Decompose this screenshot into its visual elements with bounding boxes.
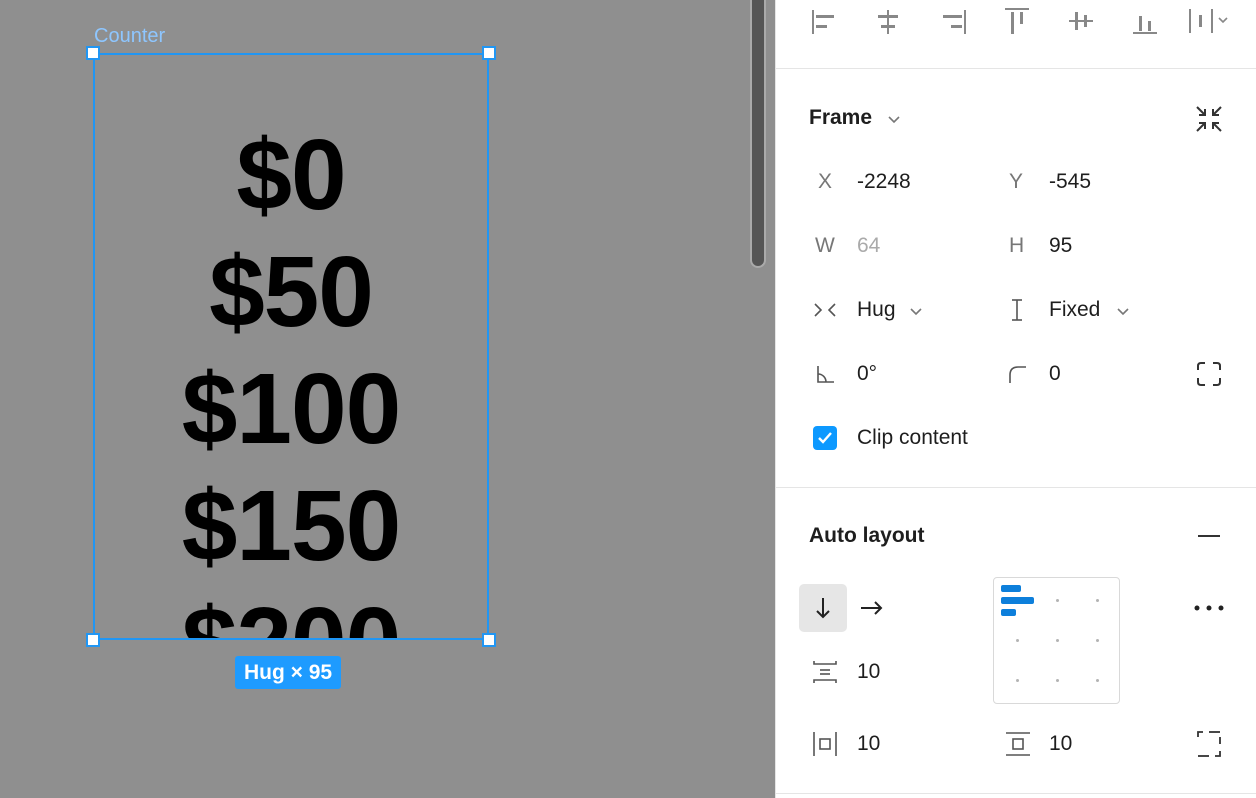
amount-text[interactable]: $100 — [182, 351, 401, 468]
resize-handle-top-right[interactable] — [482, 46, 496, 60]
direction-vertical-button[interactable] — [799, 584, 847, 632]
alignment-grid[interactable] — [993, 577, 1120, 704]
amount-text[interactable]: $50 — [209, 234, 374, 351]
chevron-down-icon[interactable] — [886, 111, 902, 127]
arrow-right-icon[interactable] — [859, 596, 885, 620]
alignment-dot[interactable] — [1056, 639, 1059, 642]
clip-content-label[interactable]: Clip content — [857, 426, 968, 450]
y-input[interactable]: -545 — [1049, 170, 1091, 194]
align-bottom-icon[interactable] — [1130, 6, 1160, 36]
alignment-bar — [1001, 597, 1034, 604]
amount-text[interactable]: $150 — [182, 468, 401, 585]
gap-icon — [813, 661, 837, 683]
resize-handle-bottom-left[interactable] — [86, 633, 100, 647]
x-label: X — [818, 170, 833, 193]
vertical-padding-icon — [1006, 732, 1030, 756]
x-input[interactable]: -2248 — [857, 170, 911, 194]
vertical-scrollbar[interactable] — [750, 0, 766, 268]
more-options-icon[interactable] — [1192, 598, 1226, 618]
individual-padding-icon[interactable] — [1196, 730, 1222, 758]
gap-input[interactable]: 10 — [857, 660, 880, 684]
frame-section-title[interactable]: Frame — [809, 106, 872, 130]
chevron-down-icon[interactable] — [1115, 303, 1131, 319]
frame-content: $0 $50 $100 $150 $200 — [95, 117, 487, 638]
alignment-dot[interactable] — [1096, 679, 1099, 682]
collapse-icon[interactable] — [1194, 104, 1224, 134]
alignment-dot[interactable] — [1016, 639, 1019, 642]
alignment-dot[interactable] — [1016, 679, 1019, 682]
rotation-icon — [817, 366, 834, 383]
clip-content-checkbox[interactable] — [813, 426, 837, 450]
align-left-icon[interactable] — [809, 6, 839, 36]
corner-radius-input[interactable]: 0 — [1049, 362, 1061, 386]
amount-text[interactable]: $0 — [236, 117, 346, 234]
align-horizontal-center-icon[interactable] — [873, 6, 903, 36]
arrow-down-icon — [816, 598, 830, 619]
h-input[interactable]: 95 — [1049, 234, 1072, 258]
alignment-dot[interactable] — [1056, 679, 1059, 682]
align-right-icon[interactable] — [937, 6, 967, 36]
alignment-dot[interactable] — [1096, 639, 1099, 642]
auto-layout-section-title: Auto layout — [809, 524, 925, 547]
fixed-height-icon — [1012, 299, 1022, 321]
distribute-icon[interactable] — [1186, 6, 1232, 36]
section-divider — [776, 793, 1256, 794]
horizontal-padding-input[interactable]: 10 — [857, 732, 880, 756]
size-badge: Hug × 95 — [235, 656, 342, 689]
width-mode-select[interactable]: Hug — [857, 298, 896, 322]
vertical-padding-input[interactable]: 10 — [1049, 732, 1072, 756]
hug-width-icon — [814, 303, 836, 317]
independent-corners-icon[interactable] — [1196, 361, 1222, 387]
align-vertical-center-icon[interactable] — [1066, 6, 1096, 36]
alignment-bar — [1001, 585, 1021, 592]
remove-auto-layout-icon[interactable] — [1196, 526, 1222, 546]
corner-radius-icon — [1009, 366, 1026, 383]
selected-frame[interactable]: $0 $50 $100 $150 $200 — [93, 53, 489, 640]
resize-handle-top-left[interactable] — [86, 46, 100, 60]
design-canvas[interactable]: Counter $0 $50 $100 $150 $200 Hug × 95 — [0, 0, 775, 798]
alignment-dot[interactable] — [1056, 599, 1059, 602]
amount-text[interactable]: $200 — [182, 585, 401, 638]
checkmark-icon — [818, 432, 832, 444]
y-label: Y — [1009, 170, 1024, 193]
align-top-icon[interactable] — [1002, 6, 1032, 36]
section-divider — [776, 487, 1256, 488]
rotation-input[interactable]: 0° — [857, 362, 877, 386]
height-mode-select[interactable]: Fixed — [1049, 298, 1100, 322]
alignment-toolbar — [776, 0, 1256, 69]
alignment-dot[interactable] — [1096, 599, 1099, 602]
w-input[interactable]: 64 — [857, 234, 880, 258]
chevron-down-icon[interactable] — [908, 303, 924, 319]
frame-name-label[interactable]: Counter — [94, 25, 165, 48]
alignment-bar — [1001, 609, 1016, 616]
resize-handle-bottom-right[interactable] — [482, 633, 496, 647]
properties-panel: Frame X -2248 Y -545 W 64 H 95 Hug Fixed… — [775, 0, 1256, 798]
w-label: W — [815, 234, 835, 257]
horizontal-padding-icon — [813, 732, 837, 756]
h-label: H — [1009, 234, 1025, 257]
